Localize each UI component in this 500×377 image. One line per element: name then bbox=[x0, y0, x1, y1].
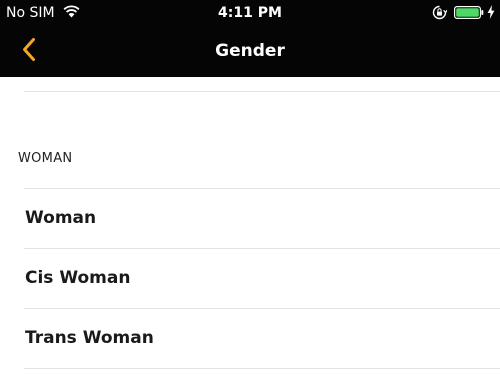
gender-list: WOMAN Woman Cis Woman Trans Woman bbox=[0, 77, 500, 377]
row-divider bbox=[24, 368, 500, 369]
list-item-label: Woman bbox=[25, 208, 97, 228]
list-item-woman[interactable]: Woman bbox=[0, 189, 500, 249]
list-item-label: Trans Woman bbox=[25, 328, 154, 348]
section-header: WOMAN bbox=[18, 151, 73, 166]
screen: No SIM 4:11 PM Gender WOMAN Woman Cis Wo… bbox=[0, 0, 500, 377]
status-time: 4:11 PM bbox=[218, 5, 282, 21]
battery-icon bbox=[454, 6, 484, 19]
page-title: Gender bbox=[215, 41, 285, 61]
rotation-lock-icon bbox=[432, 5, 447, 20]
list-item-cis-woman[interactable]: Cis Woman bbox=[0, 249, 500, 309]
nav-bar: Gender bbox=[0, 26, 500, 77]
list-item-label: Cis Woman bbox=[25, 268, 131, 288]
top-bar: No SIM 4:11 PM Gender bbox=[0, 0, 500, 77]
charging-icon bbox=[487, 5, 495, 19]
list-item-trans-woman[interactable]: Trans Woman bbox=[0, 309, 500, 369]
list-divider bbox=[24, 91, 500, 92]
status-bar: No SIM 4:11 PM bbox=[0, 0, 500, 26]
